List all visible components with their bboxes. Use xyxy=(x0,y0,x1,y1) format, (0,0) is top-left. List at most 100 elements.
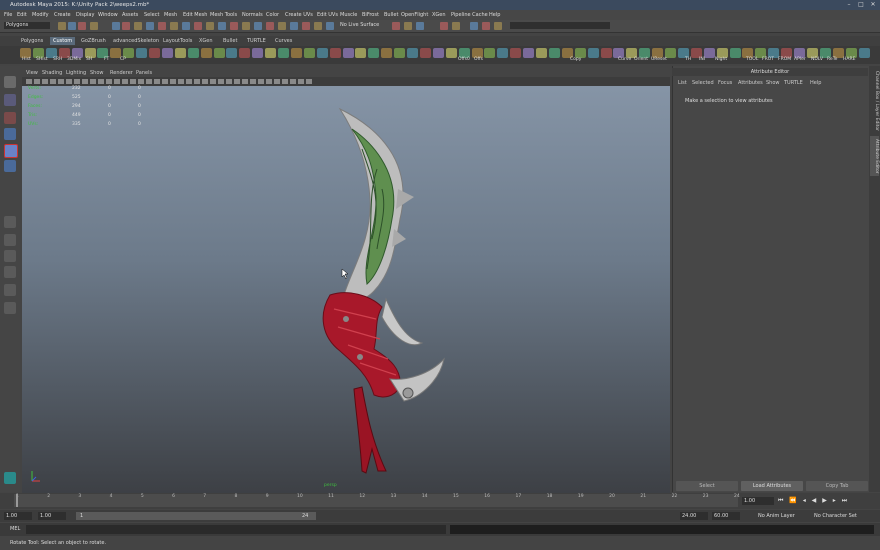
playback-start-field[interactable]: 1.00 xyxy=(38,512,66,520)
status-tool-icon[interactable] xyxy=(218,22,226,30)
status-tool-icon[interactable] xyxy=(290,22,298,30)
shelf-button-icon[interactable] xyxy=(587,48,599,58)
viewport-tool-icon[interactable] xyxy=(26,79,32,84)
viewport-tool-icon[interactable] xyxy=(154,79,160,84)
viewport-tool-icon[interactable] xyxy=(242,79,248,84)
select-button[interactable]: Select xyxy=(676,481,738,491)
menu-window[interactable]: Window xyxy=(98,10,118,20)
range-slider-bar[interactable]: 1 24 xyxy=(76,512,316,520)
go-to-end-icon[interactable]: ⏭ xyxy=(842,497,847,504)
start-time-field[interactable]: 1.00 xyxy=(4,512,32,520)
shelf-button-icon[interactable] xyxy=(497,48,509,58)
quick-search-field[interactable] xyxy=(510,22,610,29)
menu-modify[interactable]: Modify xyxy=(32,10,49,20)
command-input[interactable] xyxy=(26,525,446,534)
attr-menu-help[interactable]: Help xyxy=(810,79,821,87)
viewport-tool-icon[interactable] xyxy=(146,79,152,84)
status-tool-icon[interactable] xyxy=(326,22,334,30)
shelf-button-icon[interactable] xyxy=(432,48,444,58)
shelf-button-icon[interactable] xyxy=(368,48,380,58)
menu-create-uvs[interactable]: Create UVs xyxy=(285,10,313,20)
menu-assets[interactable]: Assets xyxy=(122,10,138,20)
viewport-tool-icon[interactable] xyxy=(178,79,184,84)
menu-xgen[interactable]: XGen xyxy=(432,10,446,20)
end-time-field[interactable]: 60.00 xyxy=(712,512,740,520)
copy-tab-button[interactable]: Copy Tab xyxy=(806,481,868,491)
viewport-tool-icon[interactable] xyxy=(58,79,64,84)
status-tool-icon[interactable] xyxy=(58,22,66,30)
status-tool-icon[interactable] xyxy=(230,22,238,30)
viewport-tool-icon[interactable] xyxy=(274,79,280,84)
status-tool-icon[interactable] xyxy=(494,22,502,30)
menu-edit-uvs[interactable]: Edit UVs xyxy=(317,10,338,20)
status-tool-icon[interactable] xyxy=(314,22,322,30)
single-view-icon[interactable] xyxy=(4,216,16,228)
status-tool-icon[interactable] xyxy=(470,22,478,30)
shelf-button-icon[interactable] xyxy=(200,48,212,58)
tab-attribute-editor[interactable]: Attribute Editor xyxy=(870,136,879,176)
render-icon[interactable] xyxy=(4,472,16,484)
menu-color[interactable]: Color xyxy=(266,10,279,20)
status-tool-icon[interactable] xyxy=(122,22,130,30)
character-set-dropdown[interactable]: No Character Set xyxy=(814,512,870,520)
status-tool-icon[interactable] xyxy=(302,22,310,30)
status-tool-icon[interactable] xyxy=(78,22,86,30)
step-back-icon[interactable]: ◂ xyxy=(803,497,806,504)
viewport-tool-icon[interactable] xyxy=(82,79,88,84)
menu-display[interactable]: Display xyxy=(76,10,94,20)
attr-menu-attributes[interactable]: Attributes xyxy=(738,79,763,87)
mel-label[interactable]: MEL xyxy=(10,526,20,532)
lasso-tool-icon[interactable] xyxy=(4,94,16,106)
status-tool-icon[interactable] xyxy=(482,22,490,30)
viewport-menu-renderer[interactable]: Renderer xyxy=(110,69,133,77)
shelf-button-icon[interactable] xyxy=(419,48,431,58)
viewport-tool-icon[interactable] xyxy=(74,79,80,84)
shelf-button-icon[interactable] xyxy=(239,48,251,58)
shelf-button-icon[interactable] xyxy=(161,48,173,58)
attr-menu-show[interactable]: Show xyxy=(766,79,780,87)
viewport-tool-icon[interactable] xyxy=(186,79,192,84)
shelf-button-icon[interactable] xyxy=(445,48,457,58)
status-tool-icon[interactable] xyxy=(112,22,120,30)
menu-file[interactable]: File xyxy=(4,10,12,20)
status-tool-icon[interactable] xyxy=(392,22,400,30)
attr-menu-list[interactable]: List xyxy=(678,79,687,87)
viewport-tool-icon[interactable] xyxy=(90,79,96,84)
shelf-button-icon[interactable] xyxy=(600,48,612,58)
viewport-tool-icon[interactable] xyxy=(266,79,272,84)
hypershade-layout-icon[interactable] xyxy=(4,302,16,314)
status-tool-icon[interactable] xyxy=(404,22,412,30)
playback-end-field[interactable]: 24.00 xyxy=(680,512,708,520)
status-tool-icon[interactable] xyxy=(242,22,250,30)
status-tool-icon[interactable] xyxy=(182,22,190,30)
shelf-tab-xgen[interactable]: XGen xyxy=(196,37,216,45)
shelf-button-icon[interactable] xyxy=(187,48,199,58)
menu-bifrost[interactable]: BiFrost xyxy=(362,10,379,20)
status-tool-icon[interactable] xyxy=(206,22,214,30)
viewport-tool-icon[interactable] xyxy=(66,79,72,84)
viewport-tool-icon[interactable] xyxy=(138,79,144,84)
status-tool-icon[interactable] xyxy=(170,22,178,30)
viewport-tool-icon[interactable] xyxy=(298,79,304,84)
viewport[interactable] xyxy=(22,69,670,493)
attr-menu-focus[interactable]: Focus xyxy=(718,79,732,87)
viewport-tool-icon[interactable] xyxy=(106,79,112,84)
attr-menu-turtle[interactable]: TURTLE xyxy=(784,79,803,87)
shelf-tab-advancedskeleton[interactable]: advancedSkeleton xyxy=(110,37,162,45)
current-frame-field[interactable]: 1.00 xyxy=(742,497,774,505)
timeline-ruler[interactable]: 123456789101112131415161718192021222324 xyxy=(14,494,740,507)
load-attributes-button[interactable]: Load Attributes xyxy=(741,481,803,491)
viewport-menu-show[interactable]: Show xyxy=(90,69,104,77)
scale-tool-icon[interactable] xyxy=(4,160,16,172)
four-view-icon[interactable] xyxy=(4,234,16,246)
menu-bullet[interactable]: Bullet xyxy=(384,10,398,20)
viewport-tool-icon[interactable] xyxy=(250,79,256,84)
shelf-button-icon[interactable] xyxy=(355,48,367,58)
viewport-tool-icon[interactable] xyxy=(122,79,128,84)
shelf-button-icon[interactable] xyxy=(136,48,148,58)
shelf-button-icon[interactable] xyxy=(303,48,315,58)
viewport-tool-icon[interactable] xyxy=(170,79,176,84)
shelf-button-icon[interactable] xyxy=(252,48,264,58)
viewport-tool-icon[interactable] xyxy=(290,79,296,84)
viewport-tool-icon[interactable] xyxy=(50,79,56,84)
